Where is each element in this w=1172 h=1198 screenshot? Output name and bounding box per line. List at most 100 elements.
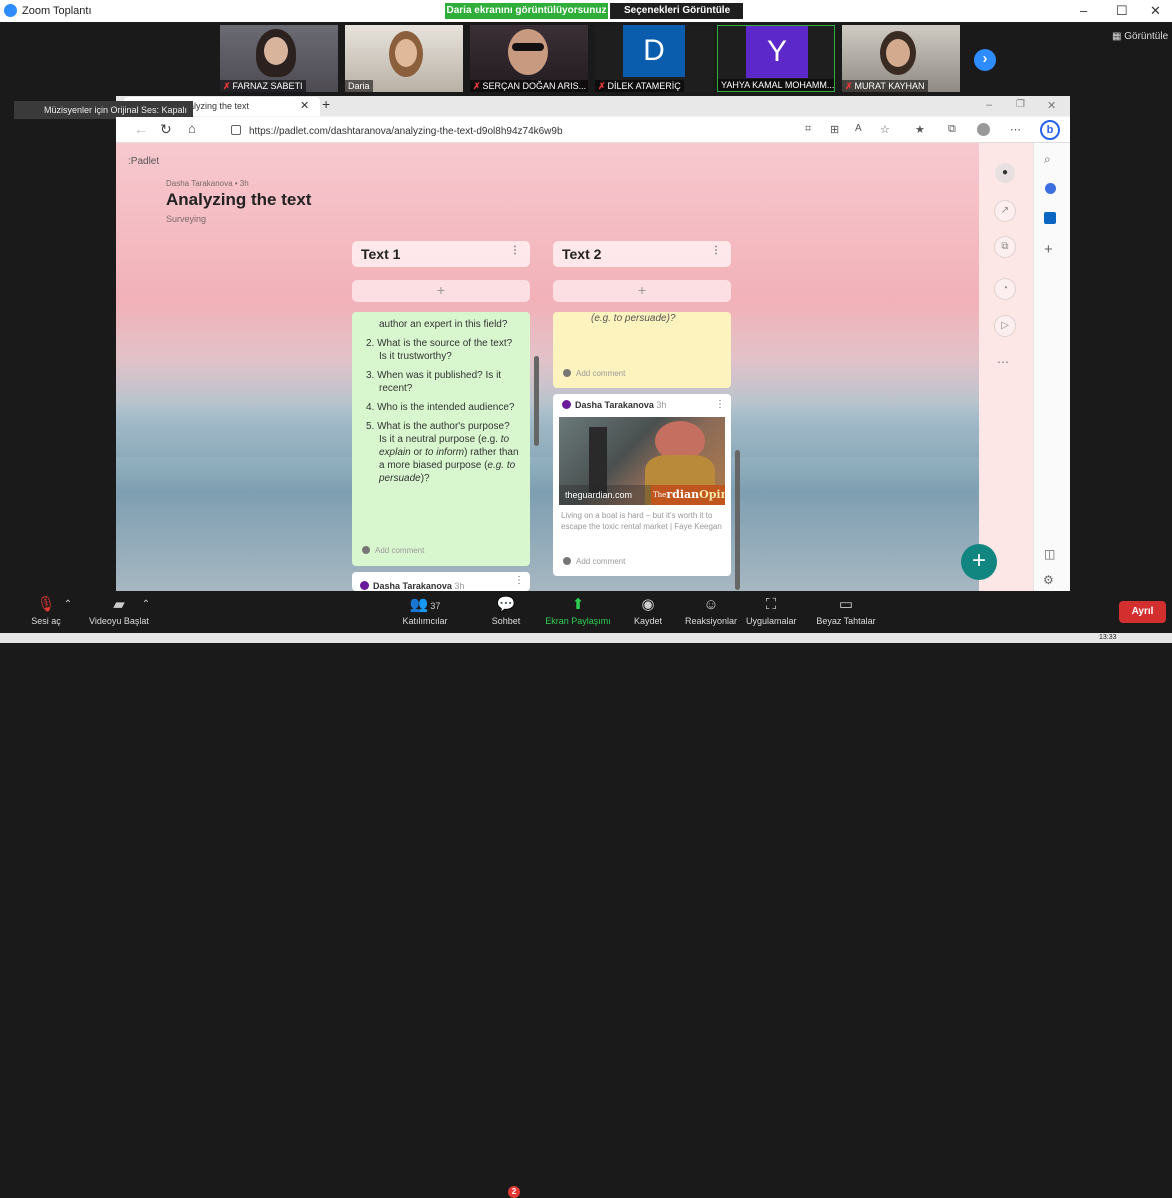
read-aloud-icon[interactable]: A (855, 123, 862, 134)
reactions-button[interactable]: ☺ Reaksiyonlar (682, 591, 740, 633)
copilot-icon[interactable] (1045, 183, 1056, 194)
more-actions-icon[interactable]: ⋯ (997, 355, 1009, 369)
item-text: or (410, 447, 426, 458)
add-comment-label: Add comment (375, 546, 425, 555)
guardian-opinions-logo: TherdianOpinions (651, 485, 725, 505)
add-comment-label: Add comment (576, 557, 626, 566)
column-scrollbar[interactable] (735, 450, 740, 590)
add-icon[interactable]: + (1044, 241, 1053, 258)
chat-button[interactable]: 💬 Sohbet (484, 591, 528, 633)
add-comment-button[interactable]: Add comment (362, 546, 424, 555)
browser-minimize-icon[interactable]: – (986, 99, 992, 111)
add-comment-label: Add comment (576, 369, 626, 378)
lock-icon (231, 125, 241, 135)
zoom-toolbar: 🎙 Sesi aç ⌃ ▰ Videoyu Başlat ⌃ 👥 37 Katılımc… (0, 591, 1172, 1198)
list-item: 2. What is the source of the text? Is it… (366, 338, 513, 362)
more-menu-icon[interactable]: ⋯ (1010, 123, 1021, 136)
gallery-next-arrow-icon[interactable]: › (974, 49, 996, 71)
column-header-text-1[interactable]: Text 1 ⋮ (352, 241, 530, 267)
app-grid-icon[interactable]: ⊞ (830, 123, 839, 136)
post-time: 3h (656, 400, 667, 410)
participant-tile[interactable]: ✗ FARNAZ SABETI (220, 25, 338, 92)
add-post-button[interactable]: + (553, 280, 731, 302)
qr-code-icon[interactable]: ⌗ (805, 123, 811, 136)
participant-avatar: Y (746, 26, 808, 78)
browser-restore-icon[interactable]: ❐ (1016, 99, 1025, 110)
participants-label: Katılımcılar (402, 616, 448, 626)
screen-share-banner: Daria ekranını görüntülüyorsunuz (445, 3, 608, 19)
column-title: Text 2 (562, 246, 602, 262)
link-preview-image[interactable]: theguardian.com TherdianOpinions (559, 417, 725, 505)
column-menu-icon[interactable]: ⋮ (510, 245, 520, 256)
post-menu-icon[interactable]: ⋮ (514, 575, 524, 586)
view-options-button[interactable]: Seçenekleri Görüntüle ⌄ (610, 3, 743, 32)
participants-button[interactable]: 👥 37 Katılımcılar (395, 591, 455, 633)
participant-name: MURAT KAYHAN (854, 81, 925, 91)
participant-tile[interactable]: Y YAHYA KAMAL MOHAMM... (717, 25, 835, 92)
video-options-chevron-icon[interactable]: ⌃ (140, 591, 152, 633)
post-time: 3h (454, 581, 465, 591)
post-body: author an expert in this field? 2. What … (366, 318, 520, 485)
add-post-fab[interactable]: + (961, 544, 997, 580)
close-icon[interactable]: ✕ (1150, 3, 1161, 19)
column-scrollbar[interactable] (534, 356, 539, 446)
tab-close-icon[interactable]: ✕ (300, 99, 309, 112)
remake-icon[interactable]: ⧉ (994, 236, 1016, 258)
favorite-add-icon[interactable]: ☆ (880, 123, 890, 136)
minimize-icon[interactable]: – (1080, 3, 1087, 18)
record-label: Kaydet (633, 616, 663, 626)
back-icon[interactable]: ← (134, 121, 148, 137)
post-menu-icon[interactable]: ⋮ (715, 399, 725, 410)
bing-chat-icon[interactable]: b (1040, 120, 1060, 140)
taskbar-clock: 13:33 (1099, 634, 1117, 641)
participant-face (886, 39, 910, 67)
post-card[interactable]: Dasha Tarakanova 3h ⋮ (352, 572, 530, 591)
sidebar-toggle-icon[interactable]: ◫ (1044, 547, 1055, 561)
user-avatar[interactable]: ● (995, 163, 1015, 183)
column-menu-icon[interactable]: ⋮ (711, 245, 721, 256)
participant-tile[interactable]: ✗ MURAT KAYHAN (842, 25, 960, 92)
unmute-button[interactable]: 🎙 Sesi aç (26, 591, 66, 633)
author-avatar (562, 400, 571, 409)
column-header-text-2[interactable]: Text 2 ⋮ (553, 241, 731, 267)
participant-name: YAHYA KAMAL MOHAMM... (721, 80, 835, 90)
add-post-button[interactable]: + (352, 280, 530, 302)
edge-sidebar: ⌕ + ◫ ⚙ (1033, 143, 1070, 591)
share-screen-button[interactable]: ⬆ Ekran Paylaşımı (540, 591, 616, 633)
favorites-icon[interactable]: ★ (915, 123, 925, 136)
whiteboards-button[interactable]: ▭ Beyaz Tahtalar (815, 591, 877, 633)
chevron-up-icon: ⌃ (141, 599, 151, 610)
audio-options-chevron-icon[interactable]: ⌃ (62, 591, 74, 633)
url-input[interactable]: https://padlet.com/dashtaranova/analyzin… (249, 126, 563, 137)
record-button[interactable]: ◉ Kaydet (628, 591, 668, 633)
profile-icon[interactable] (977, 123, 990, 136)
participant-tile[interactable]: D ✗ DİLEK ATAMERİÇ (595, 25, 713, 92)
search-icon[interactable]: ⌕ (1044, 152, 1051, 167)
apps-label: Uygulamalar (746, 616, 797, 626)
reload-icon[interactable]: ↻ (160, 121, 172, 138)
new-tab-icon[interactable]: + (322, 96, 330, 112)
share-icon[interactable]: ↗ (994, 200, 1016, 222)
participant-tile[interactable]: ✗ SERÇAN DOĞAN ARIS... (470, 25, 588, 92)
view-button[interactable]: ▦ Görüntüle (1112, 31, 1168, 42)
slideshow-icon[interactable]: ▷ (994, 315, 1016, 337)
maximize-icon[interactable]: ☐ (1116, 3, 1128, 19)
padlet-logo[interactable]: :Padlet (128, 156, 159, 167)
outlook-icon[interactable] (1044, 212, 1056, 224)
post-body: (e.g. to persuade)? (591, 313, 676, 324)
post-card[interactable]: author an expert in this field? 2. What … (352, 312, 530, 566)
list-item: 4. Who is the intended audience? (366, 402, 515, 413)
apps-button[interactable]: ⛶ Uygulamalar (746, 591, 797, 633)
add-comment-button[interactable]: Add comment (563, 557, 625, 566)
collections-icon[interactable]: ⧉ (948, 123, 956, 136)
link-post-card[interactable]: Dasha Tarakanova 3h ⋮ theguardian.com Th… (553, 394, 731, 576)
add-comment-button[interactable]: Add comment (563, 369, 625, 378)
zoom-window-title: Zoom Toplantı (22, 5, 92, 17)
browser-close-icon[interactable]: ✕ (1047, 99, 1056, 112)
notifications-icon[interactable]: ◔ (994, 278, 1016, 300)
leave-meeting-button[interactable]: Ayrıl (1119, 601, 1166, 623)
home-icon[interactable]: ⌂ (188, 121, 196, 136)
post-card[interactable]: (e.g. to persuade)? Add comment (553, 312, 731, 388)
settings-gear-icon[interactable]: ⚙ (1043, 573, 1054, 587)
participant-tile[interactable]: Daria (345, 25, 463, 92)
